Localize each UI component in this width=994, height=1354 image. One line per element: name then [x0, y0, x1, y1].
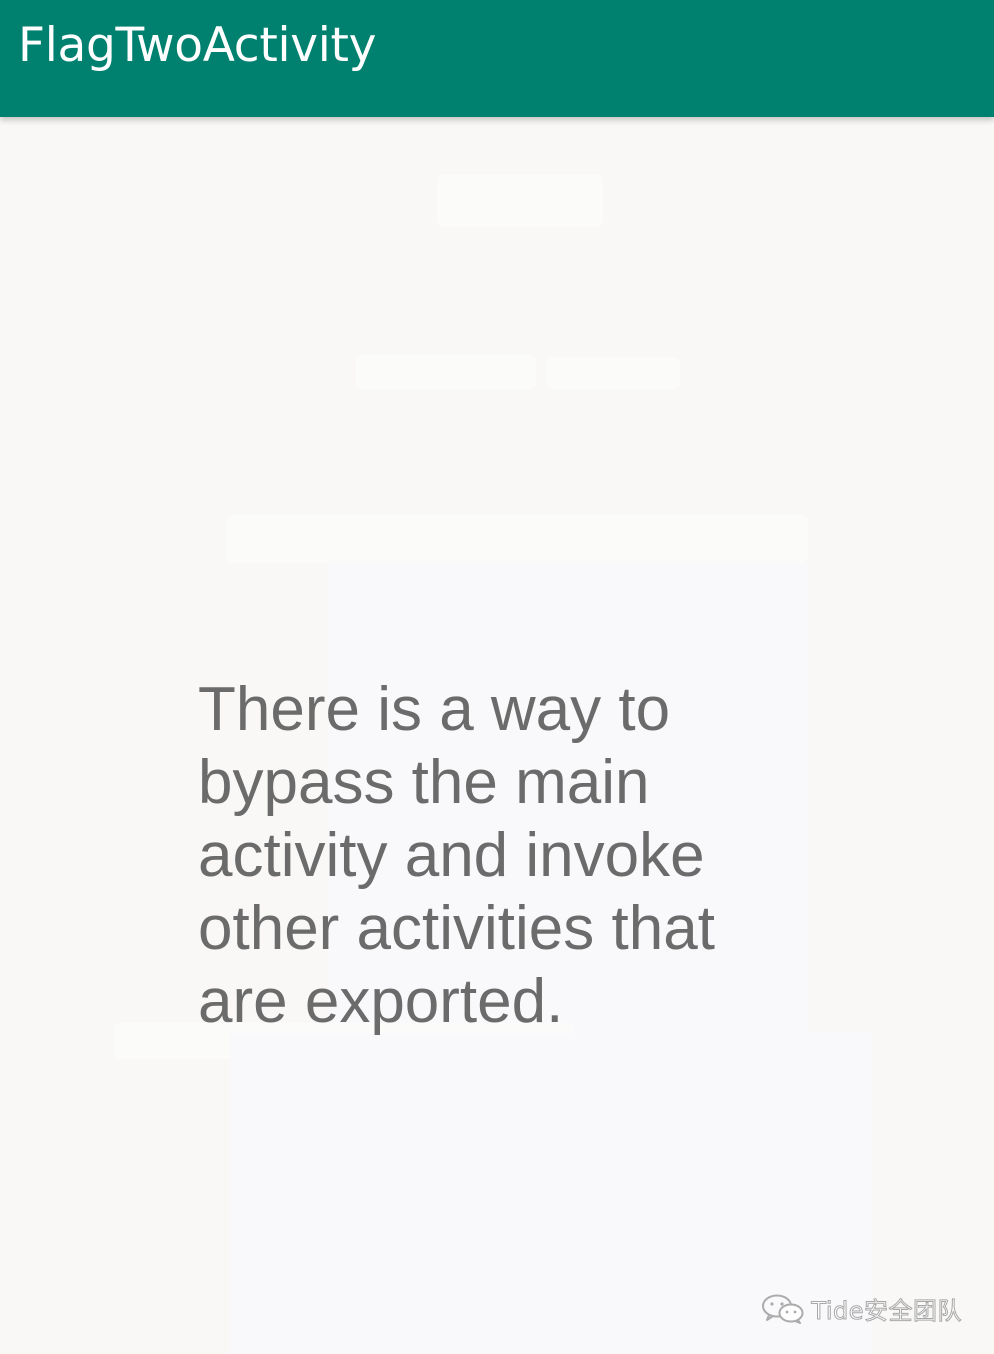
watermark-text: Tide安全团队 [811, 1297, 962, 1326]
background-artifact [356, 355, 536, 389]
app-bar: FlagTwoActivity [0, 0, 994, 117]
background-artifact [226, 515, 808, 563]
activity-title: FlagTwoActivity [18, 18, 377, 73]
background-artifact [437, 175, 603, 227]
description-text: There is a way to bypass the main activi… [198, 675, 715, 1036]
background-artifact [546, 357, 680, 389]
watermark: Tide安全团队 [761, 1291, 962, 1326]
wechat-icon [762, 1294, 804, 1324]
